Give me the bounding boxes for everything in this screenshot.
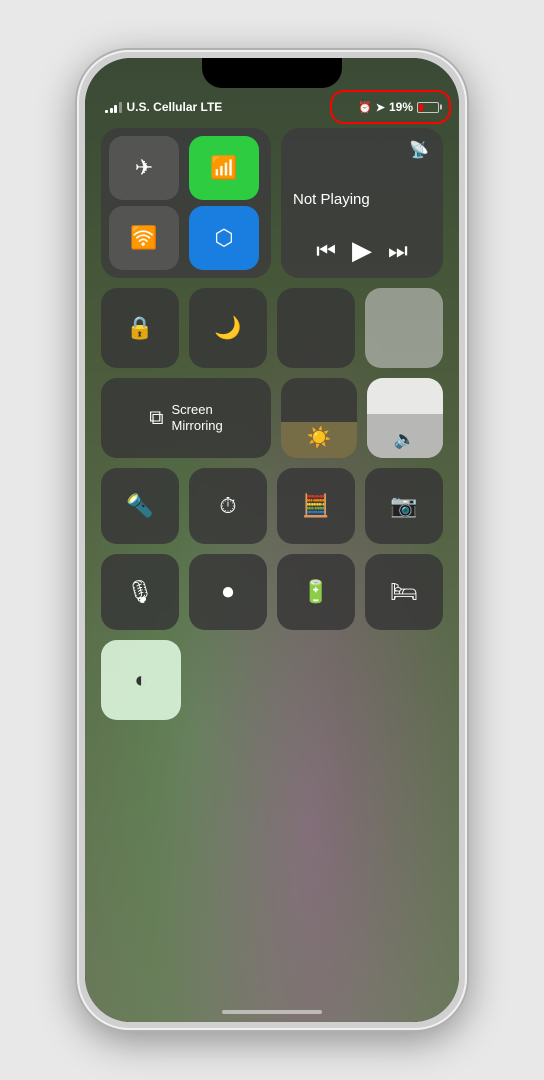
do-not-disturb-button[interactable]: 🌙 <box>189 288 267 368</box>
media-panel: 📡 Not Playing ⏮ ▶ ⏭ <box>281 128 443 278</box>
bluetooth-button[interactable]: ⬡ <box>189 206 259 270</box>
calculator-icon: 🧮 <box>302 493 329 519</box>
play-button[interactable]: ▶ <box>352 235 372 266</box>
flashlight-icon: 🔦 <box>126 493 153 519</box>
rewind-button[interactable]: ⏮ <box>316 238 336 264</box>
carrier-text: U.S. Cellular LTE <box>127 100 223 114</box>
rotation-lock-icon: 🔒 <box>126 315 153 341</box>
dark-tile-2[interactable] <box>365 288 443 368</box>
screen-mirroring-icon: ⧉ <box>149 407 163 430</box>
accessibility-icon: ◐ <box>134 667 147 693</box>
brightness-slider[interactable]: ☀️ <box>281 378 357 458</box>
bottom-row: ◐ <box>101 640 443 720</box>
wifi-icon: 🛜 <box>130 225 157 251</box>
timer-button[interactable]: ⏱ <box>189 468 267 544</box>
screen: U.S. Cellular LTE ⏰ ➤ 19% <box>85 58 459 1022</box>
screen-mirroring-button[interactable]: ⧉ ScreenMirroring <box>101 378 271 458</box>
brightness-icon: ☀️ <box>307 425 332 450</box>
battery-case-icon: 🔋 <box>302 579 329 605</box>
camera-icon: 📷 <box>390 493 417 519</box>
signal-bars-icon <box>105 101 122 113</box>
screen-mirroring-label: ScreenMirroring <box>171 402 222 433</box>
top-row: ✈ 📶 🛜 ⬡ <box>101 128 443 278</box>
wifi-button[interactable]: 🛜 <box>109 206 179 270</box>
battery-fill <box>419 104 423 111</box>
status-left: U.S. Cellular LTE <box>105 100 222 114</box>
screen-record-button[interactable]: ⏺ <box>189 554 267 630</box>
home-indicator <box>222 1010 322 1014</box>
media-top: 📡 <box>293 140 431 164</box>
battery-case-button[interactable]: 🔋 <box>277 554 355 630</box>
screen-record-icon: ⏺ <box>222 579 233 605</box>
second-row: 🔒 🌙 <box>101 288 443 368</box>
fast-forward-button[interactable]: ⏭ <box>388 238 408 264</box>
airplane-mode-button[interactable]: ✈ <box>109 136 179 200</box>
sleep-button[interactable]: 🛏 <box>365 554 443 630</box>
phone-frame: U.S. Cellular LTE ⏰ ➤ 19% <box>77 50 467 1030</box>
accessibility-button[interactable]: ◐ <box>101 640 181 720</box>
battery-percentage: 19% <box>389 100 413 114</box>
cellular-icon: 📶 <box>210 155 237 181</box>
control-center: ✈ 📶 🛜 ⬡ <box>101 128 443 982</box>
airplay-button[interactable]: 📡 <box>407 140 431 164</box>
bluetooth-icon: ⬡ <box>214 225 233 251</box>
shortcut-row-1: 🔦 ⏱ 🧮 📷 <box>101 468 443 544</box>
sleep-icon: 🛏 <box>390 579 418 605</box>
battery-icon <box>417 102 439 113</box>
voice-memos-button[interactable]: 🎙 <box>101 554 179 630</box>
media-controls: ⏮ ▶ ⏭ <box>293 235 431 266</box>
dark-tile-1[interactable] <box>277 288 355 368</box>
mirroring-sliders-row: ⧉ ScreenMirroring ☀️ 🔈 <box>101 378 443 458</box>
cellular-data-button[interactable]: 📶 <box>189 136 259 200</box>
airplane-icon: ✈ <box>135 155 153 181</box>
camera-button[interactable]: 📷 <box>365 468 443 544</box>
status-right: ⏰ ➤ 19% <box>358 100 439 114</box>
moon-icon: 🌙 <box>214 315 241 341</box>
volume-slider[interactable]: 🔈 <box>367 378 443 458</box>
rotation-lock-button[interactable]: 🔒 <box>101 288 179 368</box>
alarm-icon: ⏰ <box>358 101 372 114</box>
status-bar: U.S. Cellular LTE ⏰ ➤ 19% <box>105 96 439 118</box>
media-title: Not Playing <box>293 191 431 208</box>
flashlight-button[interactable]: 🔦 <box>101 468 179 544</box>
notch <box>202 58 342 88</box>
voice-memo-icon: 🎙 <box>126 579 154 605</box>
shortcut-row-2: 🎙 ⏺ 🔋 🛏 <box>101 554 443 630</box>
connectivity-panel: ✈ 📶 🛜 ⬡ <box>101 128 271 278</box>
timer-icon: ⏱ <box>219 493 236 519</box>
volume-icon: 🔈 <box>394 429 416 450</box>
location-icon: ➤ <box>376 101 385 114</box>
calculator-button[interactable]: 🧮 <box>277 468 355 544</box>
phone-inner: U.S. Cellular LTE ⏰ ➤ 19% <box>85 58 459 1022</box>
